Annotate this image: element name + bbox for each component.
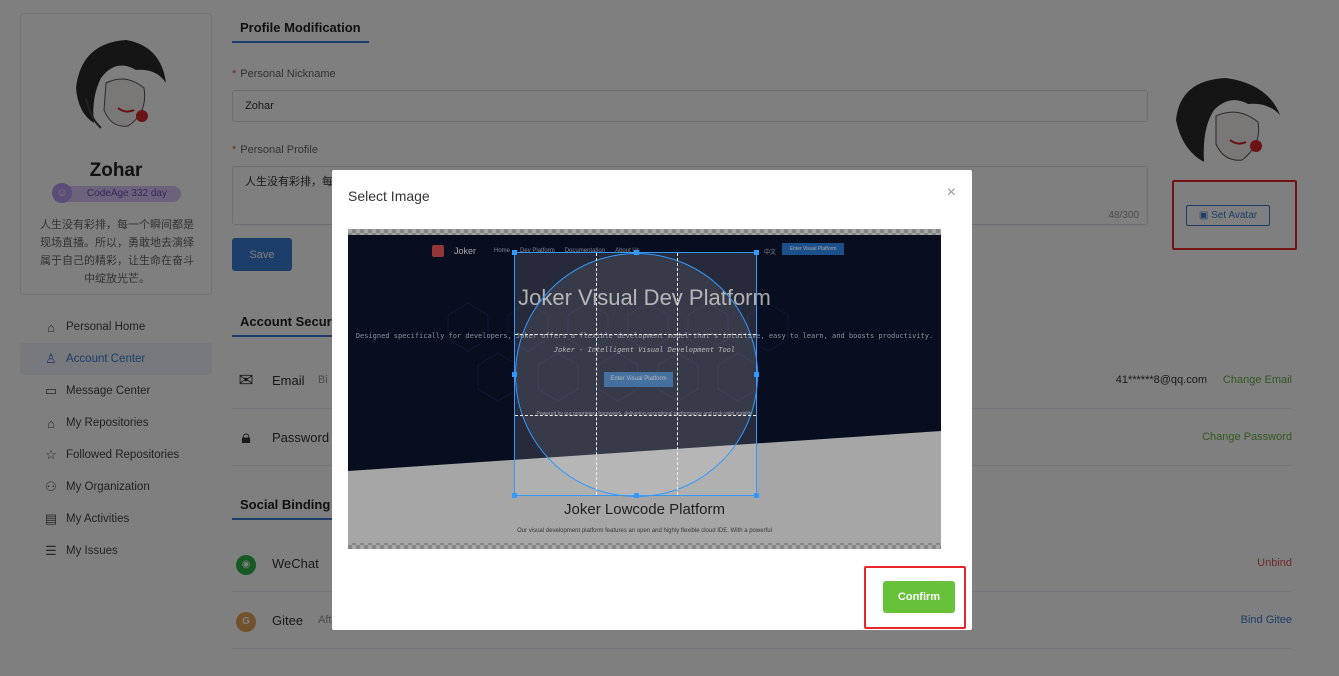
crop-handle-sw[interactable] xyxy=(512,493,517,498)
crop-handle-w[interactable] xyxy=(512,372,517,377)
crop-handle-se[interactable] xyxy=(754,493,759,498)
dialog-title: Select Image xyxy=(348,188,430,204)
crop-guide xyxy=(515,334,756,335)
crop-circle xyxy=(515,253,758,497)
preview-brand: Joker xyxy=(454,246,477,256)
crop-guide xyxy=(596,253,597,495)
preview-lang: 中文 xyxy=(764,250,777,256)
crop-box[interactable] xyxy=(512,250,759,498)
image-cropper[interactable]: Joker Home Dev Platform Documentation Ab… xyxy=(348,229,941,549)
preview-lowcode-title: Joker Lowcode Platform xyxy=(564,501,725,518)
crop-handle-nw[interactable] xyxy=(512,250,517,255)
select-image-dialog: Select Image × Joker Home Dev Platform D… xyxy=(332,170,972,630)
preview-lowcode-desc: Our visual development platform features… xyxy=(517,528,772,534)
crop-handle-e[interactable] xyxy=(754,372,759,377)
crop-guide xyxy=(515,415,756,416)
crop-handle-ne[interactable] xyxy=(754,250,759,255)
preview-nav-home: Home xyxy=(494,248,511,254)
crop-handle-n[interactable] xyxy=(634,250,639,255)
crop-guide xyxy=(677,253,678,495)
joker-logo-icon xyxy=(432,245,444,257)
close-icon[interactable]: × xyxy=(947,184,956,202)
crop-handle-s[interactable] xyxy=(634,493,639,498)
confirm-button[interactable]: Confirm xyxy=(883,581,955,613)
preview-enter-top: Enter Visual Platform xyxy=(782,243,844,255)
